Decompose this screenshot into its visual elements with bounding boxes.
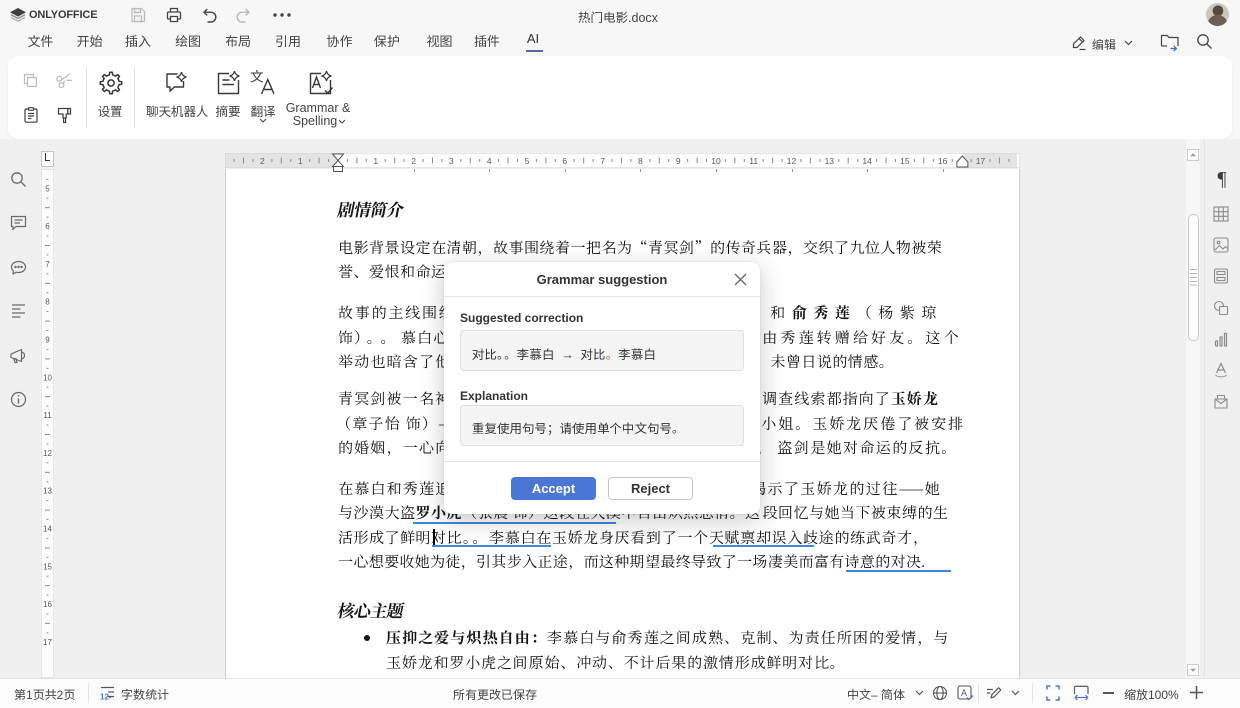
- svg-text:5: 5: [45, 184, 50, 193]
- svg-text:文: 文: [250, 69, 264, 86]
- svg-text:7: 7: [600, 156, 605, 166]
- svg-text:10: 10: [43, 373, 52, 382]
- svg-text:11: 11: [43, 411, 52, 420]
- svg-text:9: 9: [676, 156, 681, 166]
- svg-text:13: 13: [825, 156, 835, 166]
- svg-text:16: 16: [938, 156, 948, 166]
- svg-text:9: 9: [45, 336, 50, 345]
- svg-text:11: 11: [749, 156, 758, 166]
- svg-text:15: 15: [43, 562, 52, 571]
- svg-text:16: 16: [43, 600, 52, 609]
- svg-text:7: 7: [45, 260, 50, 269]
- svg-text:17: 17: [43, 638, 52, 647]
- svg-text:6: 6: [45, 222, 50, 231]
- svg-text:12: 12: [43, 449, 52, 458]
- svg-text:6: 6: [562, 156, 567, 166]
- svg-text:A: A: [961, 688, 967, 698]
- svg-text:14: 14: [862, 156, 872, 166]
- svg-text:2: 2: [411, 156, 416, 166]
- svg-text:2: 2: [260, 156, 265, 166]
- svg-text:14: 14: [43, 525, 52, 534]
- svg-text:1: 1: [373, 156, 378, 166]
- svg-text:17: 17: [976, 156, 986, 166]
- svg-text:5: 5: [525, 156, 530, 166]
- svg-text:4: 4: [487, 156, 492, 166]
- svg-text:10: 10: [711, 156, 721, 166]
- svg-text:15: 15: [900, 156, 910, 166]
- svg-text:12-: 12-: [100, 693, 112, 701]
- svg-text:3: 3: [449, 156, 454, 166]
- svg-text:1: 1: [298, 156, 303, 166]
- svg-text:8: 8: [638, 156, 643, 166]
- svg-text:12: 12: [787, 156, 797, 166]
- svg-text:8: 8: [45, 298, 50, 307]
- svg-text:13: 13: [43, 487, 52, 496]
